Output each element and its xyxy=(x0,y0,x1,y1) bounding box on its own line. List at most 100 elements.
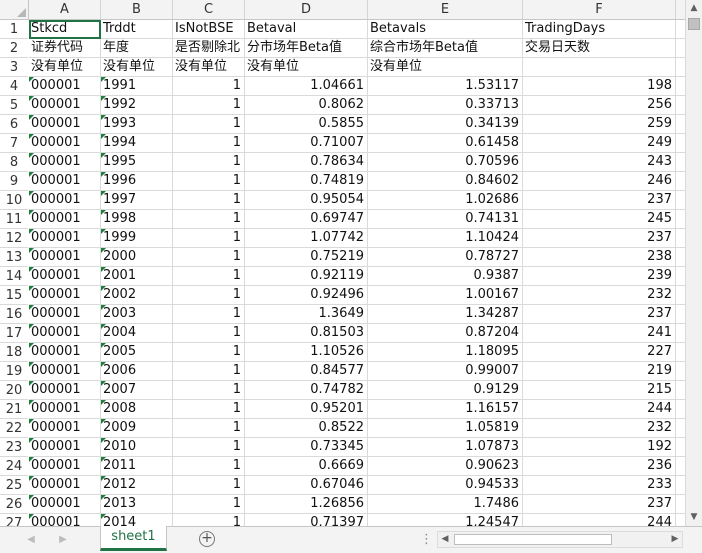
table-cell[interactable]: 232 xyxy=(523,419,676,438)
table-cell[interactable]: 1 xyxy=(173,362,245,381)
table-cell[interactable]: 0.69747 xyxy=(245,210,368,229)
row-header[interactable]: 1 xyxy=(0,20,28,39)
table-cell[interactable]: 分市场年Beta值 xyxy=(245,39,368,58)
row-header[interactable]: 14 xyxy=(0,267,28,286)
table-cell[interactable] xyxy=(676,362,685,381)
table-cell[interactable]: 1994 xyxy=(101,134,173,153)
table-cell[interactable]: 1 xyxy=(173,343,245,362)
table-cell[interactable]: 1 xyxy=(173,77,245,96)
table-cell[interactable]: 1 xyxy=(173,115,245,134)
table-cell[interactable]: 1996 xyxy=(101,172,173,191)
table-cell[interactable]: 000001 xyxy=(29,305,101,324)
table-cell[interactable]: 年度 xyxy=(101,39,173,58)
row-header[interactable]: 4 xyxy=(0,77,28,96)
table-cell[interactable]: 239 xyxy=(523,267,676,286)
table-cell[interactable]: 243 xyxy=(523,153,676,172)
row-header[interactable]: 22 xyxy=(0,419,28,438)
table-cell[interactable]: 000001 xyxy=(29,191,101,210)
table-cell[interactable]: 1.02686 xyxy=(368,191,523,210)
row-header[interactable]: 2 xyxy=(0,39,28,58)
table-cell[interactable] xyxy=(676,77,685,96)
table-cell[interactable] xyxy=(676,438,685,457)
table-cell[interactable]: 1997 xyxy=(101,191,173,210)
table-cell[interactable]: 1998 xyxy=(101,210,173,229)
horizontal-scroll-thumb[interactable] xyxy=(454,534,612,545)
select-all-corner[interactable] xyxy=(0,0,29,19)
table-cell[interactable]: 0.74131 xyxy=(368,210,523,229)
row-header[interactable]: 8 xyxy=(0,153,28,172)
table-cell[interactable]: 1.34287 xyxy=(368,305,523,324)
scroll-left-icon[interactable]: ◀ xyxy=(438,532,452,547)
table-cell[interactable]: 0.95054 xyxy=(245,191,368,210)
table-cell[interactable] xyxy=(676,96,685,115)
tab-splitter-icon[interactable]: ⋮ xyxy=(420,533,433,547)
row-header[interactable]: 23 xyxy=(0,438,28,457)
table-cell[interactable]: 0.84577 xyxy=(245,362,368,381)
table-cell[interactable]: 0.94533 xyxy=(368,476,523,495)
table-cell[interactable] xyxy=(676,20,685,39)
row-header[interactable]: 9 xyxy=(0,172,28,191)
table-cell[interactable]: 000001 xyxy=(29,286,101,305)
table-cell[interactable]: 2010 xyxy=(101,438,173,457)
table-cell[interactable]: 1991 xyxy=(101,77,173,96)
table-cell[interactable]: 000001 xyxy=(29,362,101,381)
table-cell[interactable]: 2001 xyxy=(101,267,173,286)
table-cell[interactable]: 1992 xyxy=(101,96,173,115)
table-cell[interactable]: 244 xyxy=(523,514,676,526)
table-cell[interactable]: 0.67046 xyxy=(245,476,368,495)
table-cell[interactable]: 000001 xyxy=(29,267,101,286)
row-header[interactable]: 19 xyxy=(0,362,28,381)
table-cell[interactable]: 2007 xyxy=(101,381,173,400)
sheet-tab-sheet1[interactable]: sheet1 xyxy=(100,526,167,551)
table-cell[interactable]: 没有单位 xyxy=(29,58,101,77)
table-cell[interactable]: 0.74782 xyxy=(245,381,368,400)
table-cell[interactable]: 237 xyxy=(523,305,676,324)
table-cell[interactable] xyxy=(676,305,685,324)
table-cell[interactable]: 1995 xyxy=(101,153,173,172)
table-cell[interactable]: 000001 xyxy=(29,115,101,134)
plus-circle-icon[interactable]: + xyxy=(199,531,215,547)
table-cell[interactable]: 2003 xyxy=(101,305,173,324)
table-cell[interactable]: 2005 xyxy=(101,343,173,362)
table-cell[interactable]: 000001 xyxy=(29,172,101,191)
table-cell[interactable]: 1 xyxy=(173,381,245,400)
table-cell[interactable]: 0.34139 xyxy=(368,115,523,134)
row-header[interactable]: 21 xyxy=(0,400,28,419)
table-cell[interactable]: 1 xyxy=(173,134,245,153)
row-header[interactable]: 25 xyxy=(0,476,28,495)
horizontal-scrollbar[interactable]: ◀ ▶ xyxy=(437,531,683,548)
row-header[interactable]: 26 xyxy=(0,495,28,514)
table-cell[interactable] xyxy=(676,58,685,77)
row-header[interactable]: 20 xyxy=(0,381,28,400)
table-cell[interactable]: 000001 xyxy=(29,419,101,438)
table-cell[interactable]: 237 xyxy=(523,495,676,514)
table-cell[interactable]: 000001 xyxy=(29,438,101,457)
table-cell[interactable]: 238 xyxy=(523,248,676,267)
scroll-up-icon[interactable]: ▲ xyxy=(686,0,702,17)
table-cell[interactable]: 1 xyxy=(173,305,245,324)
table-cell[interactable]: 000001 xyxy=(29,324,101,343)
vertical-scroll-thumb[interactable] xyxy=(688,18,700,30)
table-cell[interactable] xyxy=(676,381,685,400)
table-cell[interactable]: 0.61458 xyxy=(368,134,523,153)
table-cell[interactable] xyxy=(676,514,685,526)
table-cell[interactable]: 0.92119 xyxy=(245,267,368,286)
table-cell[interactable] xyxy=(676,286,685,305)
table-cell[interactable]: Trddt xyxy=(101,20,173,39)
table-cell[interactable]: 1 xyxy=(173,210,245,229)
table-cell[interactable]: 1 xyxy=(173,476,245,495)
table-cell[interactable]: 2009 xyxy=(101,419,173,438)
table-cell[interactable]: 1993 xyxy=(101,115,173,134)
row-header[interactable]: 16 xyxy=(0,305,28,324)
table-cell[interactable]: 1 xyxy=(173,96,245,115)
next-sheet-icon[interactable]: ▶ xyxy=(56,533,70,547)
column-header[interactable]: E xyxy=(368,0,523,19)
table-cell[interactable] xyxy=(676,229,685,248)
table-cell[interactable]: 0.78727 xyxy=(368,248,523,267)
table-cell[interactable]: 000001 xyxy=(29,400,101,419)
table-cell[interactable]: 2012 xyxy=(101,476,173,495)
table-cell[interactable]: 没有单位 xyxy=(101,58,173,77)
table-cell[interactable]: 2011 xyxy=(101,457,173,476)
row-header[interactable]: 6 xyxy=(0,115,28,134)
table-cell[interactable]: 000001 xyxy=(29,457,101,476)
